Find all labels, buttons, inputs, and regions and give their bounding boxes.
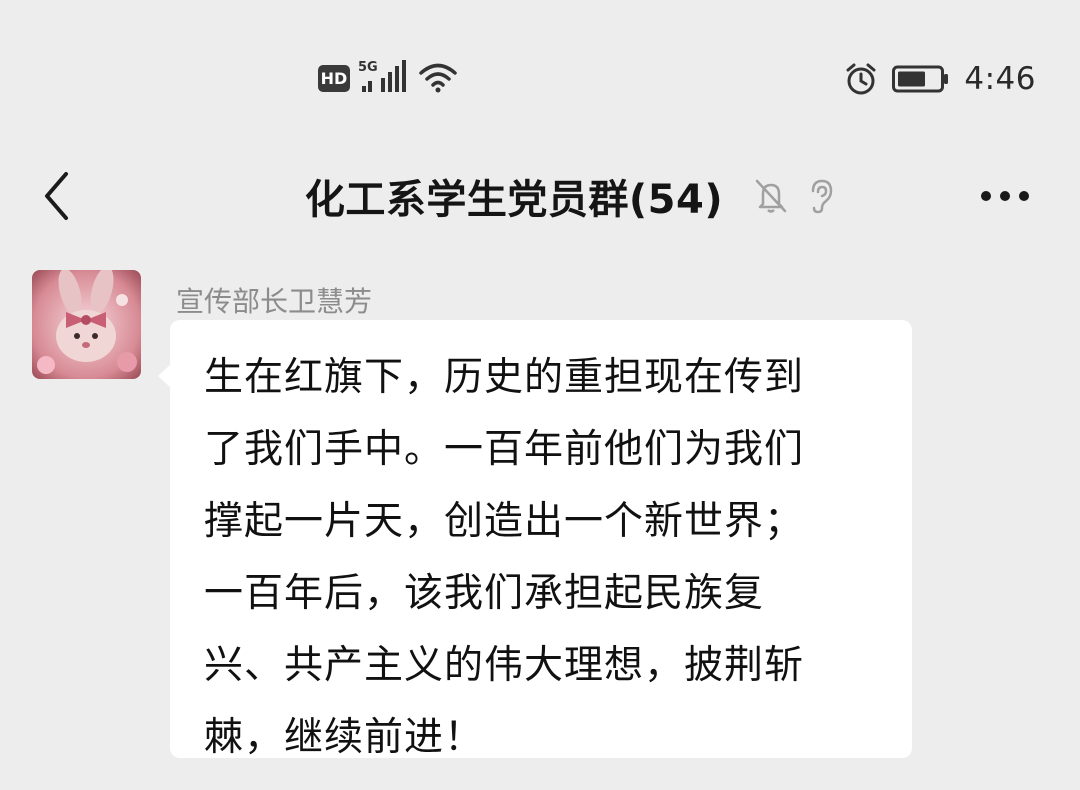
status-right-group: 4:46 — [844, 58, 1036, 100]
more-options-button[interactable] — [976, 170, 1034, 222]
chat-title: 化工系学生党员群(54) — [304, 177, 724, 223]
chat-header: 化工系学生党员群(54) — [0, 150, 1080, 245]
more-icon — [981, 191, 1029, 201]
alarm-icon — [846, 63, 876, 95]
hd-icon: HD — [318, 64, 350, 92]
mute-bell-icon — [755, 179, 787, 213]
ear-icon — [811, 179, 833, 214]
sender-avatar[interactable] — [32, 270, 141, 379]
title-group: 化工系学生党员群(54) — [0, 170, 1080, 223]
wifi-icon — [419, 63, 457, 93]
signal-icon: 5G — [358, 58, 408, 98]
chat-screen: HD 5G 4:46 化工系学生党员群(54) 宣传部长卫慧芳 生在红旗下，历史… — [0, 0, 1080, 790]
sender-name: 宣传部长卫慧芳 — [176, 285, 373, 318]
message-bubble[interactable]: 生在红旗下，历史的重担现在传到 了我们手中。一百年前他们为我们 撑起一片天，创造… — [158, 320, 912, 760]
status-bar: HD 5G 4:46 — [0, 0, 1080, 150]
battery-icon — [892, 65, 949, 93]
message-text: 生在红旗下，历史的重担现在传到 了我们手中。一百年前他们为我们 撑起一片天，创造… — [204, 355, 805, 760]
status-time: 4:46 — [964, 61, 1036, 97]
status-left-group: HD 5G — [318, 58, 458, 98]
title-status-icons — [753, 177, 835, 215]
